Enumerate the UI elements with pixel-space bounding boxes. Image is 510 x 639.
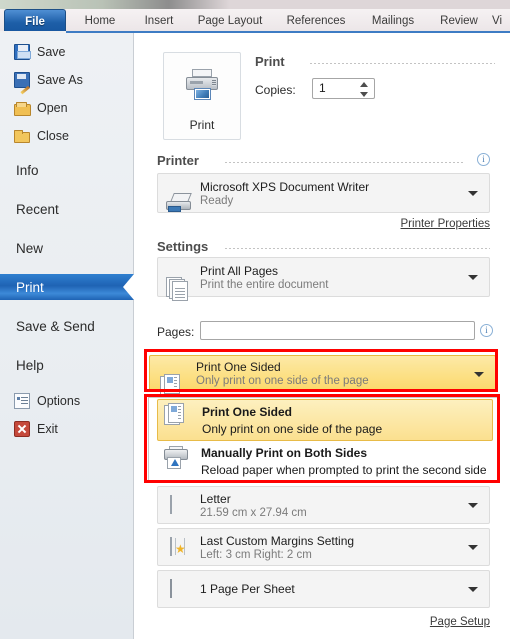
print-button-label: Print (189, 118, 215, 132)
print-range-title: Print All Pages (200, 264, 279, 278)
floppy-disk-pencil-icon (14, 72, 30, 88)
sidebar-item-label: Exit (37, 422, 58, 436)
sidebar-item-info[interactable]: Info (0, 157, 134, 183)
backstage-print-screen: File Home Insert Page Layout References … (0, 0, 510, 639)
sidebar-item-label: Save As (37, 73, 83, 87)
duplex-option-title: Print One Sided (202, 405, 293, 419)
print-heading: Print (255, 54, 285, 69)
duplex-option-subtitle: Only print on one side of the page (202, 422, 383, 436)
sidebar-item-label: Open (37, 101, 68, 115)
print-heading-rule (310, 63, 495, 64)
sidebar-item-recent[interactable]: Recent (0, 196, 134, 222)
ribbon-tab-review[interactable]: Review (430, 9, 488, 33)
duplex-subtitle: Only print on one side of the page (196, 375, 369, 387)
copies-value: 1 (319, 81, 326, 95)
duplex-option-title: Manually Print on Both Sides (201, 446, 368, 460)
sidebar-item-label: Info (16, 162, 39, 178)
sidebar-item-label: Options (37, 394, 81, 408)
sidebar-item-exit[interactable]: Exit (0, 416, 134, 442)
print-range-subtitle: Print the entire document (200, 279, 329, 291)
duplex-option-subtitle: Reload paper when prompted to print the … (201, 463, 487, 477)
duplex-title: Print One Sided (196, 360, 281, 374)
ribbon-tab-insert[interactable]: Insert (132, 9, 186, 33)
active-pointer-notch (123, 274, 134, 300)
printer-properties-link[interactable]: Printer Properties (401, 218, 490, 230)
page-setup-link[interactable]: Page Setup (430, 616, 490, 628)
printer-icon (184, 69, 220, 101)
sidebar-item-save-as[interactable]: Save As (0, 67, 134, 93)
printer-status: Ready (200, 195, 234, 207)
sidebar-item-open[interactable]: Open (0, 95, 134, 121)
chevron-down-icon (468, 587, 478, 592)
sidebar-item-options[interactable]: Options (0, 388, 134, 414)
duplex-option-manual-both-sides[interactable]: Manually Print on Both Sides Reload pape… (157, 442, 493, 482)
sidebar-item-label: Save (37, 45, 66, 59)
sidebar-item-label: Save & Send (16, 318, 95, 334)
chevron-down-icon (468, 545, 478, 550)
copies-stepper[interactable] (360, 82, 369, 97)
options-icon (14, 393, 30, 409)
open-folder-icon (14, 100, 31, 116)
printer-name: Microsoft XPS Document Writer (200, 180, 370, 194)
chevron-down-icon (468, 503, 478, 508)
paper-size-subtitle: 21.59 cm x 27.94 cm (200, 507, 307, 519)
pages-input[interactable] (200, 321, 475, 340)
ribbon-tab-home[interactable]: Home (70, 9, 130, 33)
print-button[interactable]: Print (163, 52, 241, 140)
sidebar-item-help[interactable]: Help (0, 352, 134, 378)
sidebar-item-print[interactable]: Print (0, 274, 134, 300)
pages-per-sheet-select[interactable]: 1 Page Per Sheet (157, 570, 490, 608)
printer-heading: Printer (157, 153, 199, 168)
sidebar-item-close[interactable]: Close (0, 123, 134, 149)
pages-label: Pages: (157, 325, 195, 339)
ribbon-tab-references[interactable]: References (276, 9, 356, 33)
sidebar-item-label: Recent (16, 201, 59, 217)
pages-per-sheet-title: 1 Page Per Sheet (200, 582, 295, 596)
print-settings-pane: Print Print Copies: 1 Printer i Microsof… (135, 33, 510, 639)
sidebar-item-save[interactable]: Save (0, 39, 134, 65)
duplex-option-one-sided[interactable]: Print One Sided Only print on one side o… (157, 399, 493, 441)
sidebar-item-label: Close (37, 129, 69, 143)
floppy-disk-icon (14, 44, 31, 60)
exit-icon (14, 421, 30, 437)
ribbon-tab-mailings[interactable]: Mailings (358, 9, 428, 33)
printer-select[interactable]: Microsoft XPS Document Writer Ready (157, 173, 490, 213)
pages-info-icon[interactable]: i (480, 324, 493, 337)
sidebar-item-new[interactable]: New (0, 235, 134, 261)
margins-title: Last Custom Margins Setting (200, 534, 355, 548)
margins-icon: ★ (170, 537, 186, 556)
paper-icon (170, 495, 172, 514)
chevron-down-icon (468, 275, 478, 280)
sidebar-item-label: Help (16, 357, 44, 373)
duplex-dropdown-list: Print One Sided Only print on one side o… (148, 397, 500, 482)
duplex-select[interactable]: Print One Sided Only print on one side o… (149, 355, 496, 396)
sidebar-item-label: New (16, 240, 44, 256)
settings-heading-rule (225, 248, 490, 249)
copies-input[interactable]: 1 (312, 78, 375, 99)
printer-heading-rule (225, 162, 465, 163)
margins-subtitle: Left: 3 cm Right: 2 cm (200, 549, 312, 561)
settings-heading: Settings (157, 239, 209, 254)
chevron-down-icon (474, 371, 484, 377)
margins-select[interactable]: ★ Last Custom Margins Setting Left: 3 cm… (157, 528, 490, 566)
pages-per-sheet-icon (170, 579, 172, 598)
desktop-background-strip (0, 0, 510, 9)
paper-size-select[interactable]: Letter 21.59 cm x 27.94 cm (157, 486, 490, 524)
ribbon-tab-strip: File Home Insert Page Layout References … (0, 9, 510, 33)
sidebar-item-label: Print (16, 279, 44, 295)
ribbon-tab-view[interactable]: Vi (492, 9, 510, 33)
backstage-sidebar: Save Save As Open Close Info Recent New … (0, 33, 134, 639)
folder-icon (14, 128, 30, 144)
print-range-select[interactable]: Print All Pages Print the entire documen… (157, 257, 490, 301)
copies-label: Copies: (255, 83, 296, 97)
printer-info-icon[interactable]: i (477, 153, 490, 166)
sidebar-item-save-and-send[interactable]: Save & Send (0, 313, 134, 339)
paper-size-title: Letter (200, 492, 231, 506)
chevron-down-icon (468, 191, 478, 196)
ribbon-tab-file[interactable]: File (4, 9, 66, 33)
ribbon-tab-page-layout[interactable]: Page Layout (186, 9, 274, 33)
